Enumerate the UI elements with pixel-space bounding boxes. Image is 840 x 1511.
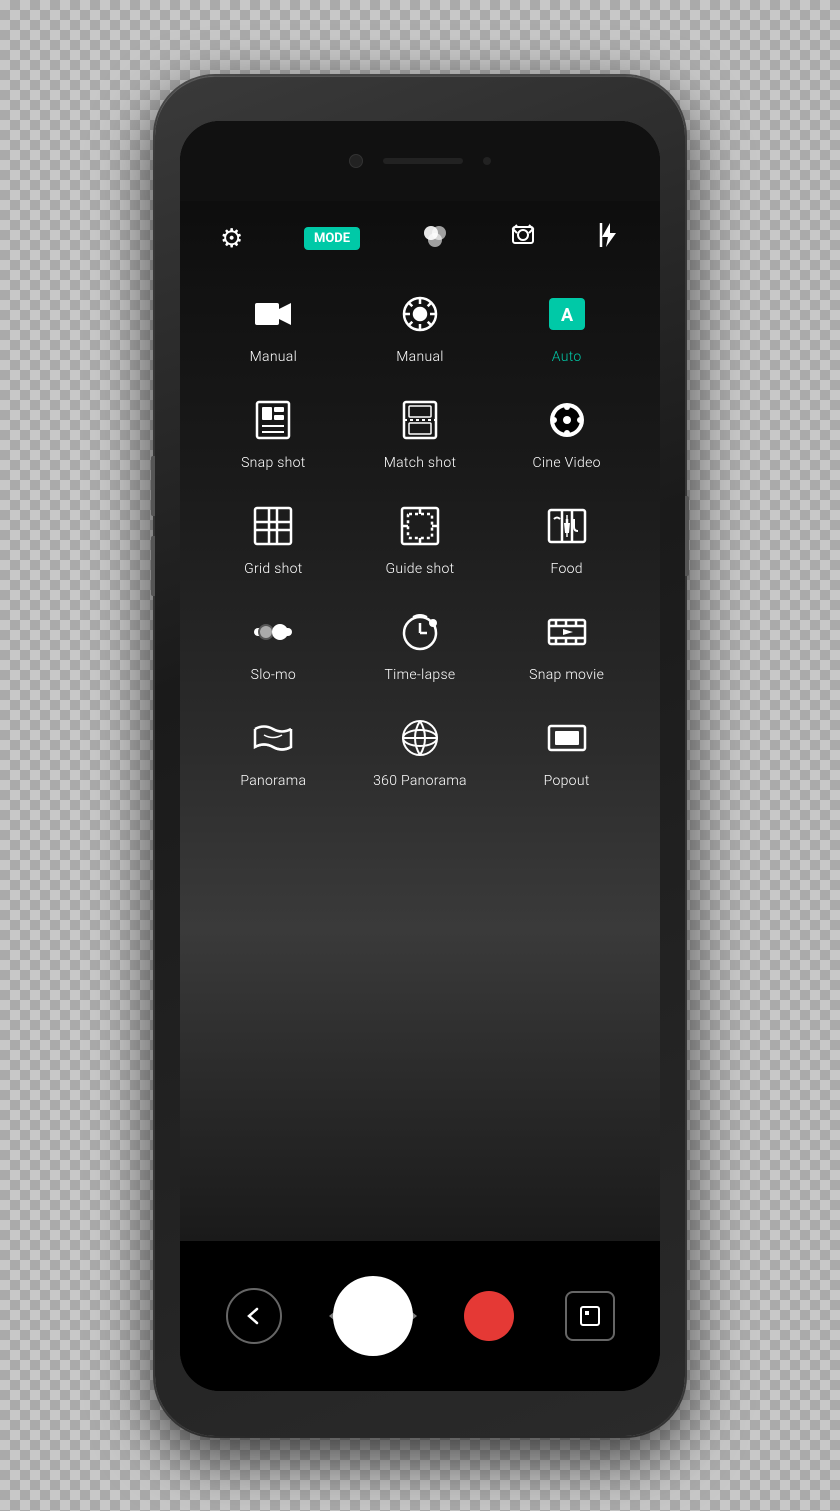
mode-item-popout[interactable]: Popout — [502, 713, 632, 789]
mode-item-grid-shot[interactable]: Grid shot — [208, 501, 338, 577]
mode-row-2: Snap shot Match shot — [200, 395, 640, 471]
grid-shot-label: Grid shot — [244, 561, 302, 577]
phone-device: ⚙ MODE — [155, 76, 685, 1436]
guide-shot-label: Guide shot — [385, 561, 454, 577]
colors-icon[interactable] — [421, 221, 449, 256]
manual-video-icon — [248, 289, 298, 339]
speaker-grill — [383, 158, 463, 164]
mode-item-snap-shot[interactable]: Snap shot — [208, 395, 338, 471]
svg-text:A: A — [561, 305, 574, 326]
mode-item-snap-movie[interactable]: Snap movie — [502, 607, 632, 683]
manual-photo-icon — [395, 289, 445, 339]
mode-row-3: Grid shot — [200, 501, 640, 577]
auto-icon: A — [542, 289, 592, 339]
power-button[interactable] — [685, 496, 689, 576]
panorama-icon — [248, 713, 298, 763]
mode-grid: Manual — [180, 269, 660, 1391]
camera-ui: ⚙ MODE — [180, 121, 660, 1391]
slo-mo-label: Slo-mo — [251, 667, 296, 683]
flash-icon[interactable] — [598, 221, 620, 256]
mode-row-5: Panorama 360 — [200, 713, 640, 789]
mode-item-manual-video[interactable]: Manual — [208, 289, 338, 365]
slo-mo-icon — [248, 607, 298, 657]
snap-movie-label: Snap movie — [529, 667, 604, 683]
cine-video-icon — [542, 395, 592, 445]
settings-icon[interactable]: ⚙ — [220, 224, 243, 254]
phone-top-bar — [180, 121, 660, 201]
top-toolbar: ⚙ MODE — [180, 209, 660, 269]
mode-item-food[interactable]: Food — [502, 501, 632, 577]
mode-badge[interactable]: MODE — [304, 227, 360, 250]
mode-item-auto[interactable]: A Auto — [502, 289, 632, 365]
back-button[interactable] — [226, 1288, 282, 1344]
mode-item-guide-shot[interactable]: Guide shot — [355, 501, 485, 577]
flip-camera-icon[interactable] — [509, 221, 537, 256]
manual-photo-label: Manual — [396, 349, 443, 365]
gallery-button[interactable] — [565, 1291, 615, 1341]
snap-shot-label: Snap shot — [241, 455, 306, 471]
mode-item-time-lapse[interactable]: Time-lapse — [355, 607, 485, 683]
front-camera — [349, 154, 363, 168]
mode-row-1: Manual — [200, 289, 640, 365]
guide-shot-icon — [395, 501, 445, 551]
auto-label: Auto — [552, 349, 582, 365]
snap-shot-icon — [248, 395, 298, 445]
sensor-dot — [483, 157, 491, 165]
time-lapse-icon — [395, 607, 445, 657]
shutter-button[interactable] — [333, 1276, 413, 1356]
manual-video-label: Manual — [250, 349, 297, 365]
match-shot-icon — [395, 395, 445, 445]
mode-item-match-shot[interactable]: Match shot — [355, 395, 485, 471]
bottom-nav — [180, 1241, 660, 1391]
360-panorama-label: 360 Panorama — [373, 773, 467, 789]
match-shot-label: Match shot — [384, 455, 457, 471]
popout-icon — [542, 713, 592, 763]
mode-item-360-panorama[interactable]: 360 Panorama — [355, 713, 485, 789]
food-label: Food — [550, 561, 582, 577]
time-lapse-label: Time-lapse — [385, 667, 456, 683]
mode-item-slo-mo[interactable]: Slo-mo — [208, 607, 338, 683]
snap-movie-icon — [542, 607, 592, 657]
360-panorama-icon — [395, 713, 445, 763]
mode-item-cine-video[interactable]: Cine Video — [502, 395, 632, 471]
cine-video-label: Cine Video — [533, 455, 601, 471]
volume-down-button[interactable] — [151, 536, 155, 596]
mode-item-manual-photo[interactable]: Manual — [355, 289, 485, 365]
panorama-label: Panorama — [240, 773, 306, 789]
popout-label: Popout — [544, 773, 590, 789]
grid-shot-icon — [248, 501, 298, 551]
mode-row-4: Slo-mo — [200, 607, 640, 683]
mode-item-panorama[interactable]: Panorama — [208, 713, 338, 789]
food-icon — [542, 501, 592, 551]
phone-screen: ⚙ MODE — [180, 121, 660, 1391]
volume-up-button[interactable] — [151, 456, 155, 516]
record-button[interactable] — [464, 1291, 514, 1341]
